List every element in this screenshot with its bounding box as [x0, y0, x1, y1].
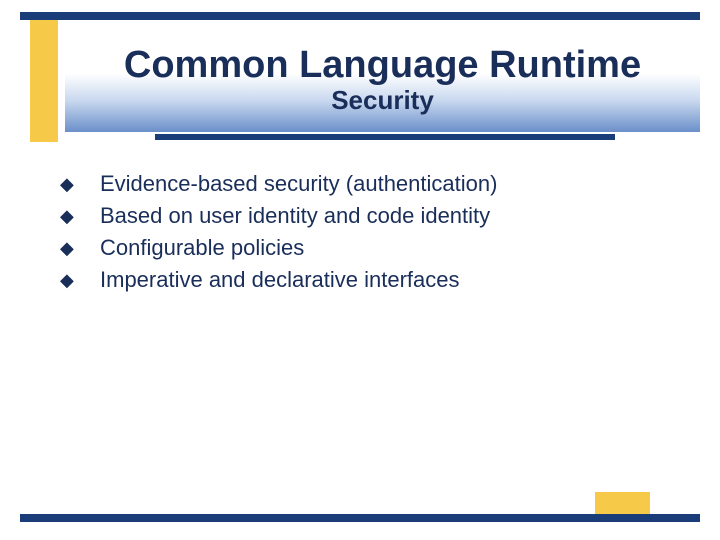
diamond-bullet-icon: ◆ — [60, 266, 100, 294]
content-area: ◆ Evidence-based security (authenticatio… — [60, 170, 680, 298]
slide-title: Common Language Runtime — [65, 42, 700, 87]
left-accent-bar — [30, 20, 58, 142]
bullet-text: Evidence-based security (authentication) — [100, 170, 497, 198]
header-underline — [155, 134, 615, 140]
slide-subtitle: Security — [65, 85, 700, 116]
list-item: ◆ Based on user identity and code identi… — [60, 202, 680, 230]
list-item: ◆ Configurable policies — [60, 234, 680, 262]
diamond-bullet-icon: ◆ — [60, 170, 100, 198]
list-item: ◆ Imperative and declarative interfaces — [60, 266, 680, 294]
bottom-accent-bar — [20, 514, 700, 522]
bullet-text: Imperative and declarative interfaces — [100, 266, 460, 294]
bottom-accent-box — [595, 492, 650, 514]
diamond-bullet-icon: ◆ — [60, 202, 100, 230]
top-accent-bar — [20, 12, 700, 20]
bullet-text: Based on user identity and code identity — [100, 202, 490, 230]
header: Common Language Runtime Security — [65, 42, 700, 132]
list-item: ◆ Evidence-based security (authenticatio… — [60, 170, 680, 198]
bullet-text: Configurable policies — [100, 234, 304, 262]
diamond-bullet-icon: ◆ — [60, 234, 100, 262]
